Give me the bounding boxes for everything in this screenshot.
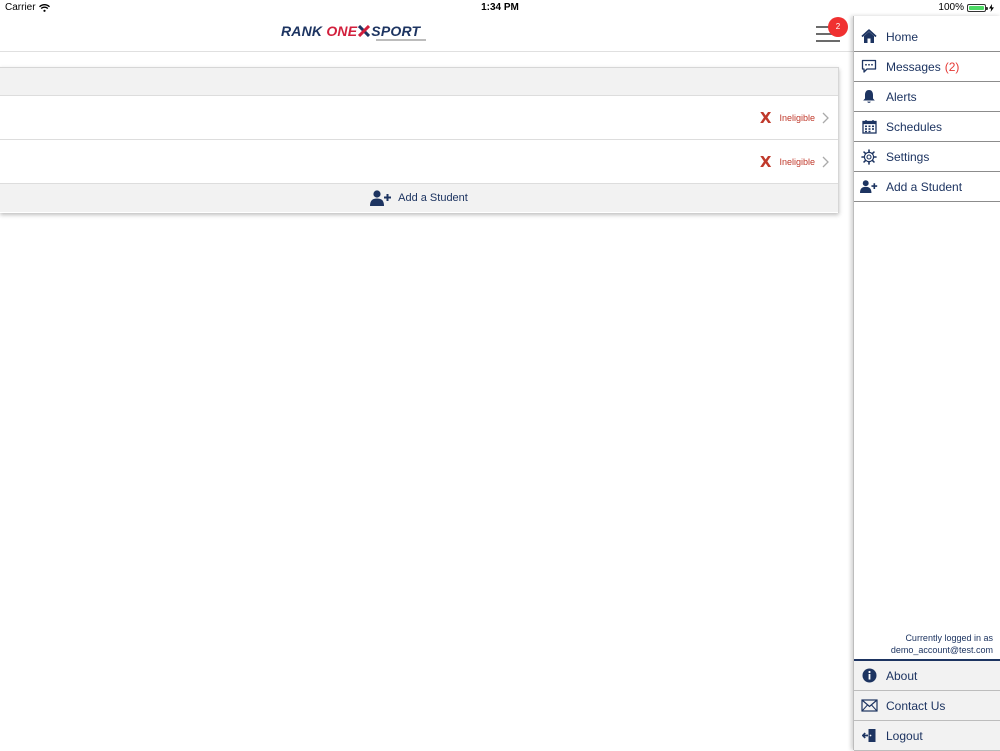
eligibility-status: X Ineligible xyxy=(760,96,830,139)
add-user-icon xyxy=(860,178,878,196)
clock: 1:34 PM xyxy=(481,2,519,13)
menu-item-about[interactable]: About xyxy=(854,661,1000,691)
info-icon xyxy=(860,667,878,685)
chevron-right-icon xyxy=(822,112,829,123)
status-bar: Carrier 1:34 PM 100% xyxy=(0,0,1000,16)
envelope-icon xyxy=(860,697,878,715)
logo-tagline xyxy=(376,39,426,41)
eligibility-label: Ineligible xyxy=(779,156,815,167)
menu-item-contact-us[interactable]: Contact Us xyxy=(854,691,1000,721)
chat-bubble-icon xyxy=(860,58,878,76)
menu-item-alerts[interactable]: Alerts xyxy=(854,82,1000,112)
calendar-icon xyxy=(860,118,878,136)
menu-item-add-student[interactable]: Add a Student xyxy=(854,172,1000,202)
ineligible-x-icon: X xyxy=(759,108,772,127)
add-student-button[interactable]: Add a Student xyxy=(0,184,838,212)
notification-badge: 2 xyxy=(828,17,848,37)
student-row[interactable]: X Ineligible xyxy=(0,140,838,184)
menu-item-schedules[interactable]: Schedules xyxy=(854,112,1000,142)
login-info: Currently logged in as demo_account@test… xyxy=(891,632,993,656)
eligibility-label: Ineligible xyxy=(779,112,815,123)
login-email: demo_account@test.com xyxy=(890,645,993,655)
battery-icon xyxy=(967,3,988,12)
gear-icon xyxy=(860,148,878,166)
bottom-menu-list: About Contact Us Logout xyxy=(854,659,1000,751)
login-text: Currently logged in as xyxy=(905,633,993,643)
students-card: X Ineligible X Ineligible Add a Student xyxy=(0,67,839,213)
charging-icon xyxy=(989,3,994,12)
add-user-icon xyxy=(370,190,392,206)
menu-list: Home Messages (2) Alerts Schedules Setti… xyxy=(854,22,1000,202)
add-student-label: Add a Student xyxy=(398,192,468,204)
menu-item-logout[interactable]: Logout xyxy=(854,721,1000,751)
ineligible-x-icon: X xyxy=(759,152,772,171)
app-header: RANK ONE SPORT xyxy=(0,16,853,52)
menu-item-home[interactable]: Home xyxy=(854,22,1000,52)
logo-x-icon xyxy=(358,25,371,37)
eligibility-status: X Ineligible xyxy=(760,140,830,183)
side-menu: Home Messages (2) Alerts Schedules Setti… xyxy=(853,16,1000,751)
battery-percent: 100% xyxy=(938,2,964,13)
home-icon xyxy=(860,28,878,46)
bell-icon xyxy=(860,88,878,106)
student-row[interactable]: X Ineligible xyxy=(0,96,838,140)
menu-item-settings[interactable]: Settings xyxy=(854,142,1000,172)
messages-count: (2) xyxy=(944,59,960,74)
rank-one-sport-logo: RANK ONE SPORT xyxy=(281,23,421,39)
battery-info: 100% xyxy=(938,2,994,13)
logout-icon xyxy=(860,727,878,745)
card-header xyxy=(0,68,838,96)
chevron-right-icon xyxy=(822,156,829,167)
menu-item-messages[interactable]: Messages (2) xyxy=(854,52,1000,82)
